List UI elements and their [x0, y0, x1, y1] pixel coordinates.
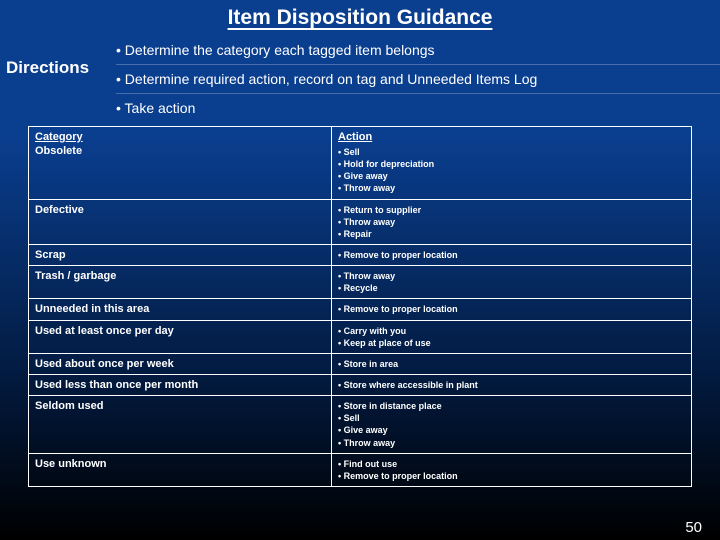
category-cell: Use unknown — [29, 454, 332, 486]
action-item: • Store in distance place — [338, 400, 685, 412]
action-item: • Throw away — [338, 270, 685, 282]
action-item: • Return to supplier — [338, 204, 685, 216]
action-item: • Give away — [338, 170, 685, 182]
category-cell: Used at least once per day — [29, 321, 332, 353]
action-cell: • Return to supplier • Throw away • Repa… — [332, 200, 691, 244]
table-row: Used at least once per day • Carry with … — [29, 321, 691, 354]
action-cell: • Remove to proper location — [332, 299, 691, 319]
slide-title: Item Disposition Guidance — [0, 6, 720, 30]
directions-item: • Determine required action, record on t… — [116, 65, 720, 94]
table-row: Scrap • Remove to proper location — [29, 245, 691, 266]
action-item: • Throw away — [338, 437, 685, 449]
action-item: • Throw away — [338, 182, 685, 194]
action-item: • Sell — [338, 412, 685, 424]
table-row: Defective • Return to supplier • Throw a… — [29, 200, 691, 245]
action-cell: • Store in area — [332, 354, 691, 374]
table-row: Used about once per week • Store in area — [29, 354, 691, 375]
action-item: • Remove to proper location — [338, 303, 685, 315]
action-item: • Give away — [338, 424, 685, 436]
category-cell: Used less than once per month — [29, 375, 332, 395]
table-row: Category Obsolete Action • Sell • Hold f… — [29, 127, 691, 200]
category-cell: Defective — [29, 200, 332, 244]
action-header: Action — [338, 131, 685, 143]
action-item: • Keep at place of use — [338, 337, 685, 349]
page-number: 50 — [685, 519, 702, 536]
action-cell: • Find out use • Remove to proper locati… — [332, 454, 691, 486]
action-cell: • Carry with you • Keep at place of use — [332, 321, 691, 353]
directions-item: • Determine the category each tagged ite… — [116, 36, 720, 65]
category-cell: Trash / garbage — [29, 266, 332, 298]
category-cell: Unneeded in this area — [29, 299, 332, 319]
action-cell: • Remove to proper location — [332, 245, 691, 265]
action-item: • Remove to proper location — [338, 249, 685, 261]
action-cell: • Store in distance place • Sell • Give … — [332, 396, 691, 453]
table-row: Seldom used • Store in distance place • … — [29, 396, 691, 454]
category-cell: Used about once per week — [29, 354, 332, 374]
category-cell: Category Obsolete — [29, 127, 332, 199]
action-item: • Throw away — [338, 216, 685, 228]
category-header: Category — [35, 131, 325, 143]
action-item: • Sell — [338, 146, 685, 158]
table-row: Used less than once per month • Store wh… — [29, 375, 691, 396]
action-cell: Action • Sell • Hold for depreciation • … — [332, 127, 691, 199]
disposition-table: Category Obsolete Action • Sell • Hold f… — [28, 126, 692, 487]
action-item: • Carry with you — [338, 325, 685, 337]
directions-label: Directions — [0, 36, 116, 78]
action-item: • Hold for depreciation — [338, 158, 685, 170]
action-cell: • Store where accessible in plant — [332, 375, 691, 395]
directions-item: • Take action — [116, 94, 720, 122]
category-cell: Scrap — [29, 245, 332, 265]
table-row: Unneeded in this area • Remove to proper… — [29, 299, 691, 320]
action-item: • Store where accessible in plant — [338, 379, 685, 391]
table-row: Trash / garbage • Throw away • Recycle — [29, 266, 691, 299]
directions-list: • Determine the category each tagged ite… — [116, 36, 720, 122]
action-item: • Recycle — [338, 282, 685, 294]
action-item: • Find out use — [338, 458, 685, 470]
action-item: • Store in area — [338, 358, 685, 370]
action-item: • Repair — [338, 228, 685, 240]
directions-block: Directions • Determine the category each… — [0, 36, 720, 122]
table-row: Use unknown • Find out use • Remove to p… — [29, 454, 691, 486]
category-cell: Seldom used — [29, 396, 332, 453]
category-value: Obsolete — [35, 145, 325, 157]
action-cell: • Throw away • Recycle — [332, 266, 691, 298]
action-item: • Remove to proper location — [338, 470, 685, 482]
